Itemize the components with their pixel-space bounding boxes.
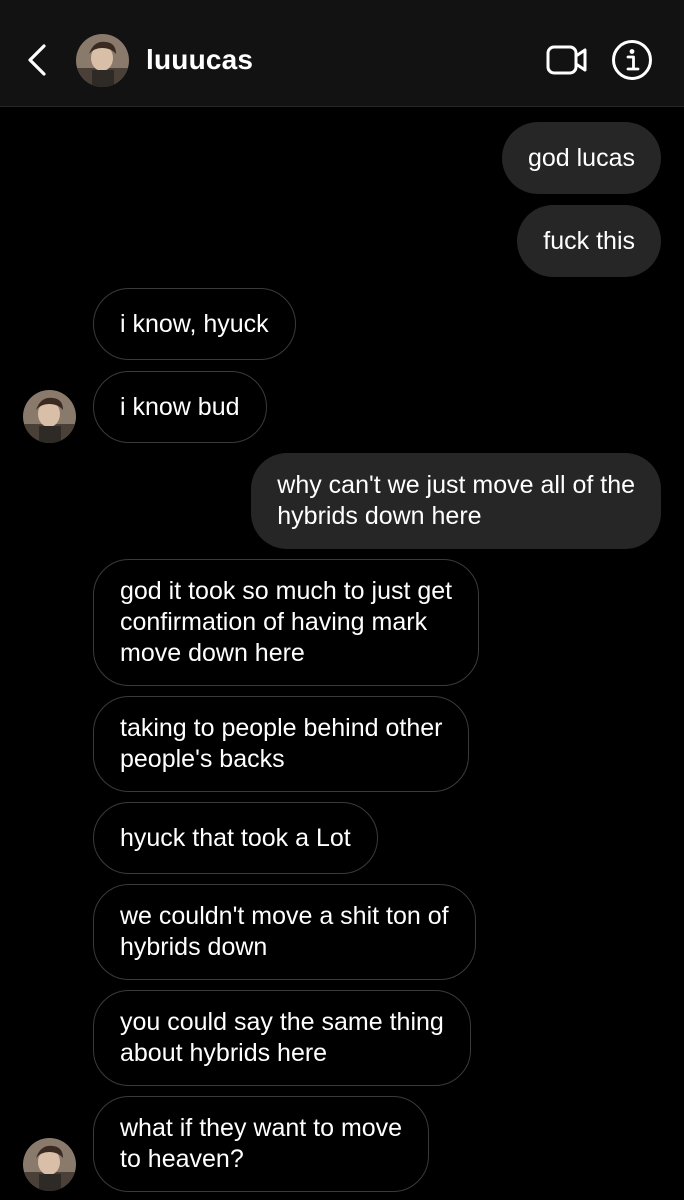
info-icon: [612, 40, 652, 80]
message-line: confirmation of having mark: [120, 608, 428, 636]
message-line: taking to people behind other: [120, 714, 443, 742]
message-line: why can't we just move all of the: [277, 471, 635, 499]
chevron-left-icon: [28, 44, 46, 76]
message-bubble-received[interactable]: we couldn't move a shit ton of hybrids d…: [93, 884, 476, 980]
message-text: hyuck that took a Lot: [120, 823, 351, 852]
message-bubble-received[interactable]: i know, hyuck: [93, 288, 296, 360]
message-text: why can't we just move all of the hybrid…: [277, 470, 635, 532]
message-line: hybrids down here: [277, 502, 482, 530]
contact-avatar[interactable]: [76, 34, 129, 87]
message-bubble-sent[interactable]: why can't we just move all of the hybrid…: [251, 453, 661, 549]
video-call-button[interactable]: [544, 40, 590, 80]
message-line: what if they want to move: [120, 1114, 403, 1142]
message-text: fuck this: [543, 226, 635, 255]
message-text: i know, hyuck: [120, 309, 269, 338]
message-line: god it took so much to just get: [120, 577, 453, 605]
message-line: to heaven?: [120, 1145, 244, 1173]
chat-header: luuucas: [0, 0, 684, 107]
message-bubble-received[interactable]: taking to people behind other people's b…: [93, 696, 470, 792]
sender-avatar[interactable]: [23, 1138, 76, 1191]
message-text: we couldn't move a shit ton of hybrids d…: [120, 901, 449, 963]
message-text: what if they want to move to heaven?: [120, 1113, 402, 1175]
message-line: move down here: [120, 639, 305, 667]
contact-username[interactable]: luuucas: [146, 44, 253, 76]
message-bubble-received[interactable]: what if they want to move to heaven?: [93, 1096, 430, 1192]
message-bubble-sent[interactable]: fuck this: [517, 205, 661, 277]
back-button[interactable]: [20, 40, 54, 80]
message-line: hybrids down: [120, 933, 268, 961]
message-bubble-received[interactable]: god it took so much to just get confirma…: [93, 559, 480, 686]
sender-avatar[interactable]: [23, 390, 76, 443]
message-line: about hybrids here: [120, 1039, 328, 1067]
message-bubble-received[interactable]: you could say the same thing about hybri…: [93, 990, 471, 1086]
video-camera-icon: [546, 45, 587, 75]
message-bubble-received[interactable]: hyuck that took a Lot: [93, 802, 378, 874]
message-line: people's backs: [120, 745, 285, 773]
message-text: taking to people behind other people's b…: [120, 713, 442, 775]
info-button[interactable]: [610, 38, 654, 82]
message-text: god it took so much to just get confirma…: [120, 576, 452, 669]
message-text: i know bud: [120, 392, 240, 421]
message-line: we couldn't move a shit ton of: [120, 902, 449, 930]
message-bubble-sent[interactable]: god lucas: [501, 122, 661, 194]
message-line: you could say the same thing: [120, 1008, 444, 1036]
message-text: you could say the same thing about hybri…: [120, 1007, 444, 1069]
message-bubble-received[interactable]: i know bud: [93, 371, 267, 443]
message-text: god lucas: [527, 143, 635, 172]
